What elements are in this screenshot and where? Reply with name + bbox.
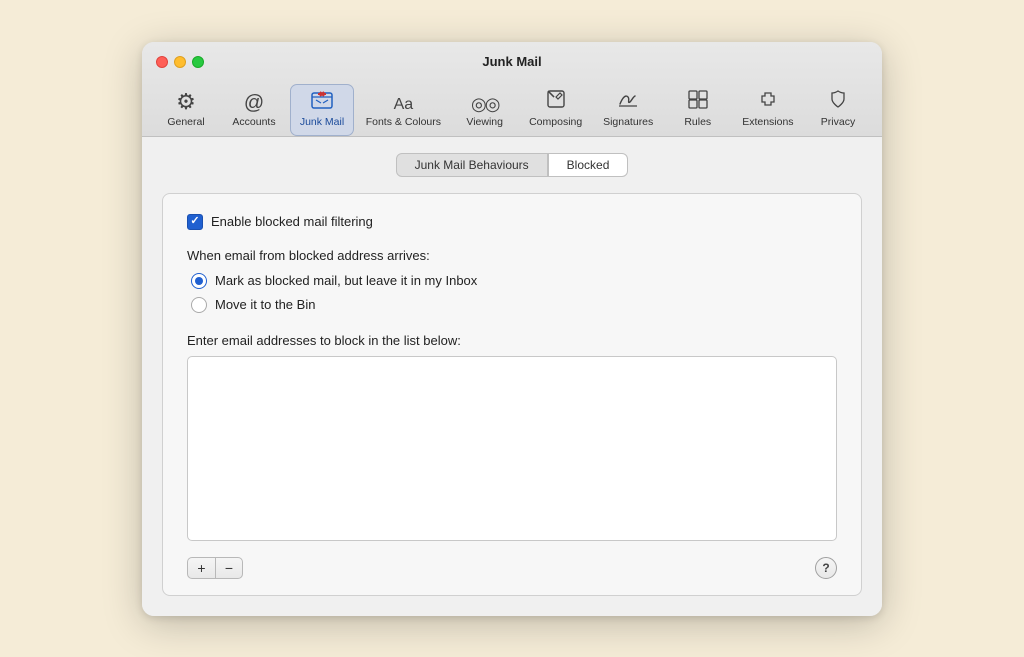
tab-junk-mail-behaviours[interactable]: Junk Mail Behaviours	[396, 153, 548, 177]
toolbar-label-privacy: Privacy	[821, 116, 855, 128]
rules-icon	[687, 89, 709, 113]
junk-mail-icon	[311, 90, 333, 113]
signatures-icon	[617, 89, 639, 113]
radio-label-mark-blocked: Mark as blocked mail, but leave it in my…	[215, 273, 477, 288]
gear-icon: ⚙	[176, 91, 196, 113]
titlebar: Junk Mail ⚙ General @ Accounts	[142, 42, 882, 137]
toolbar-label-signatures: Signatures	[603, 116, 653, 128]
tab-bar: Junk Mail Behaviours Blocked	[162, 153, 862, 177]
radio-group: Mark as blocked mail, but leave it in my…	[191, 273, 837, 313]
toolbar-label-fonts-colours: Fonts & Colours	[366, 116, 441, 128]
toolbar-label-extensions: Extensions	[742, 116, 793, 128]
toolbar-label-general: General	[167, 116, 204, 128]
toolbar-item-accounts[interactable]: @ Accounts	[222, 87, 286, 136]
composing-icon	[546, 89, 566, 113]
email-list-box[interactable]	[187, 356, 837, 541]
enable-filtering-row: Enable blocked mail filtering	[187, 214, 837, 230]
radio-mark-blocked[interactable]	[191, 273, 207, 289]
toolbar-label-viewing: Viewing	[466, 116, 503, 128]
privacy-icon	[827, 89, 849, 113]
toolbar-item-general[interactable]: ⚙ General	[154, 85, 218, 136]
toolbar-item-signatures[interactable]: Signatures	[595, 83, 662, 136]
content-area: Junk Mail Behaviours Blocked Enable bloc…	[142, 137, 882, 616]
add-button[interactable]: +	[187, 557, 215, 579]
traffic-lights	[156, 56, 204, 68]
minimize-button[interactable]	[174, 56, 186, 68]
toolbar-item-privacy[interactable]: Privacy	[806, 83, 870, 136]
radio-row-mark-blocked: Mark as blocked mail, but leave it in my…	[191, 273, 837, 289]
toolbar-label-junk-mail: Junk Mail	[300, 116, 344, 128]
radio-label-move-to-bin: Move it to the Bin	[215, 297, 315, 312]
panel: Enable blocked mail filtering When email…	[162, 193, 862, 596]
maximize-button[interactable]	[192, 56, 204, 68]
remove-button[interactable]: −	[215, 557, 243, 579]
toolbar-label-rules: Rules	[684, 116, 711, 128]
radio-move-to-bin[interactable]	[191, 297, 207, 313]
add-remove-buttons: + −	[187, 557, 243, 579]
when-email-label: When email from blocked address arrives:	[187, 248, 837, 263]
toolbar-item-rules[interactable]: Rules	[666, 83, 730, 136]
extensions-icon	[757, 89, 779, 113]
toolbar-item-composing[interactable]: Composing	[521, 83, 591, 136]
help-button[interactable]: ?	[815, 557, 837, 579]
toolbar-item-fonts-colours[interactable]: Aa Fonts & Colours	[358, 91, 449, 136]
viewing-icon: ◎◎	[471, 95, 498, 113]
toolbar-item-viewing[interactable]: ◎◎ Viewing	[453, 89, 517, 136]
toolbar-item-junk-mail[interactable]: Junk Mail	[290, 84, 354, 136]
radio-row-move-to-bin: Move it to the Bin	[191, 297, 837, 313]
bottom-bar: + − ?	[187, 549, 837, 579]
toolbar-item-extensions[interactable]: Extensions	[734, 83, 802, 136]
list-label: Enter email addresses to block in the li…	[187, 333, 837, 348]
toolbar-label-composing: Composing	[529, 116, 582, 128]
enable-filtering-label: Enable blocked mail filtering	[211, 214, 373, 229]
toolbar-label-accounts: Accounts	[232, 116, 275, 128]
close-button[interactable]	[156, 56, 168, 68]
at-icon: @	[244, 93, 264, 113]
tab-blocked[interactable]: Blocked	[548, 153, 629, 177]
toolbar: ⚙ General @ Accounts	[142, 79, 882, 136]
main-window: Junk Mail ⚙ General @ Accounts	[142, 42, 882, 616]
window-title: Junk Mail	[482, 54, 541, 69]
fonts-icon: Aa	[394, 97, 414, 113]
enable-filtering-checkbox[interactable]	[187, 214, 203, 230]
